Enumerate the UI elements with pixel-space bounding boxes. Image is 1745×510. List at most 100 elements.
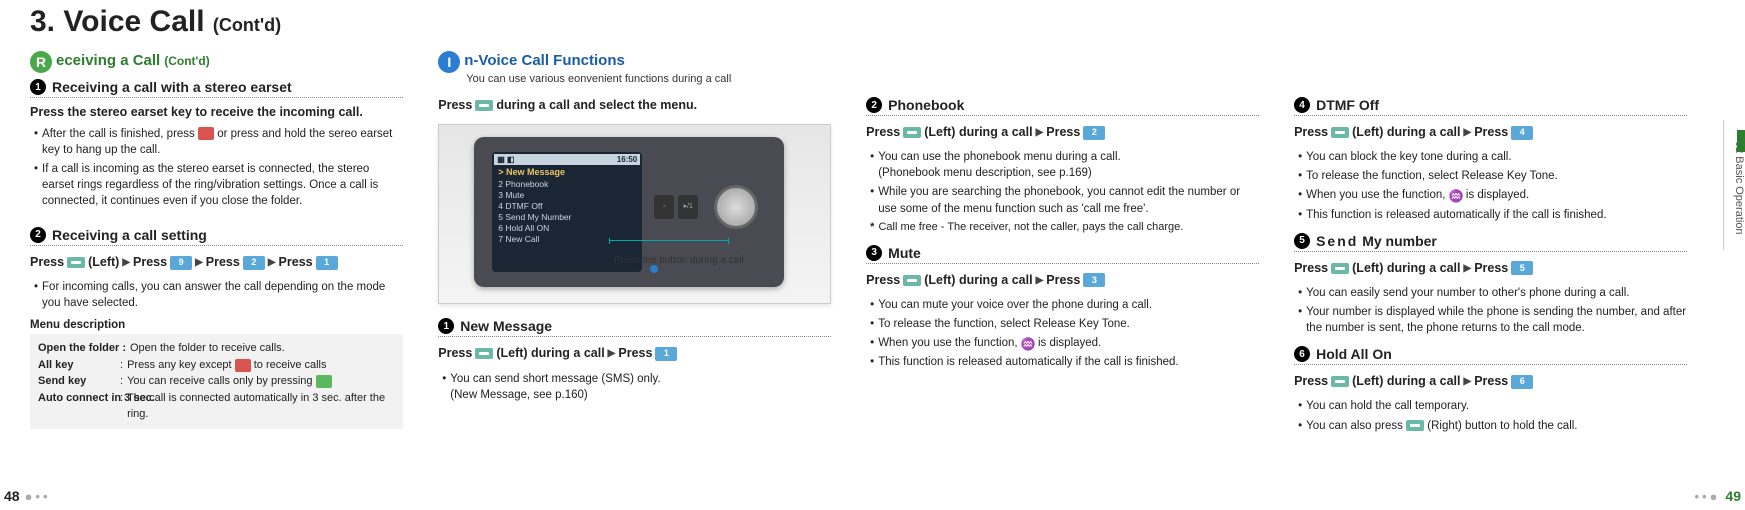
bullet-dot: • bbox=[1298, 398, 1302, 414]
divider bbox=[30, 97, 403, 98]
item2-b1: For incoming calls, you can answer the c… bbox=[42, 279, 403, 311]
triangle-icon: ▶ bbox=[1463, 124, 1471, 141]
divider bbox=[1294, 251, 1687, 252]
press-word: Press bbox=[30, 252, 64, 273]
press-word: Press bbox=[618, 343, 652, 364]
newmsg-b1-text: You can send short message (SMS) only. bbox=[450, 373, 660, 385]
bullet-dot: • bbox=[34, 126, 38, 158]
press-left: (Left) during a call bbox=[924, 270, 1032, 291]
key-1-icon: 1 bbox=[316, 256, 338, 270]
big-letter-i: I bbox=[438, 51, 460, 73]
bullet-dot: • bbox=[1298, 149, 1302, 165]
soft-key-icon bbox=[1331, 127, 1349, 138]
end-key-icon bbox=[198, 127, 214, 140]
page-number-right: ••● 49 bbox=[1694, 488, 1741, 504]
hold-b2: You can also press (Right) button to hol… bbox=[1306, 418, 1687, 434]
table-row: Send key : You can receive calls only by… bbox=[38, 373, 395, 390]
dtmf-press: Press (Left) during a call ▶ Press 4 bbox=[1294, 122, 1687, 143]
num-circle-send: 5 bbox=[1294, 233, 1310, 249]
press-word: Press bbox=[133, 252, 167, 273]
menu-key: All key bbox=[38, 357, 116, 374]
table-row: Auto connect in 3 sec. : The call is con… bbox=[38, 390, 395, 423]
bullet-dot: • bbox=[442, 371, 446, 403]
press-left: (Left) during a call bbox=[1352, 258, 1460, 279]
key-5-icon: 5 bbox=[1511, 261, 1533, 275]
triangle-icon: ▶ bbox=[1463, 260, 1471, 277]
list-item: 5 Send My Number bbox=[498, 212, 636, 223]
dtmf-b2: To release the function, select Release … bbox=[1306, 168, 1687, 184]
soft-key-icon bbox=[903, 275, 921, 286]
press-word: Press bbox=[438, 343, 472, 364]
menu-colon: : bbox=[120, 390, 123, 423]
send-press: Press (Left) during a call ▶ Press 5 bbox=[1294, 258, 1687, 279]
press-word: Press bbox=[866, 122, 900, 143]
phone-button-icon: ◦ bbox=[654, 195, 674, 219]
phone-signal-icon: ▦ ◧ bbox=[497, 155, 514, 164]
newmsg-b1-sub: (New Message, see p.160) bbox=[450, 389, 587, 401]
dtmf-b1: You can block the key tone during a call… bbox=[1306, 149, 1687, 165]
send-key-icon bbox=[316, 375, 332, 388]
key-1-icon: 1 bbox=[655, 347, 677, 361]
send-rest: My number bbox=[1362, 233, 1437, 249]
invoice-section-head: I n-Voice Call Functions bbox=[438, 49, 831, 71]
press-word: Press bbox=[1474, 371, 1508, 392]
item1-title: Receiving a call with a stereo earset bbox=[52, 79, 292, 95]
press-left: (Left) during a call bbox=[496, 343, 604, 364]
item2-title: Receiving a call setting bbox=[52, 227, 207, 243]
menu-val: The call is connected automatically in 3… bbox=[127, 390, 395, 423]
soft-key-icon bbox=[903, 127, 921, 138]
dtmf-b4: This function is released automatically … bbox=[1306, 207, 1687, 223]
phone-time: 16:50 bbox=[617, 155, 637, 164]
hold-b2a: You can also press bbox=[1306, 420, 1403, 432]
antenna-icon: ♒ bbox=[1021, 336, 1035, 350]
press-left: (Left) during a call bbox=[1352, 371, 1460, 392]
press-word: Press bbox=[1294, 371, 1328, 392]
menu-val: Press any key except to receive calls bbox=[127, 357, 395, 374]
triangle-icon: ▶ bbox=[1036, 124, 1044, 141]
triangle-icon: ▶ bbox=[268, 254, 276, 271]
key-6-icon: 6 bbox=[1511, 375, 1533, 389]
menu-colon: : bbox=[120, 357, 123, 374]
menu-val: Open the folder to receive calls. bbox=[130, 340, 395, 357]
list-item: 4 DTMF Off bbox=[498, 201, 636, 212]
soft-key-icon bbox=[1331, 263, 1349, 274]
divider bbox=[438, 336, 831, 337]
menu-val-post: to receive calls bbox=[254, 359, 327, 371]
num-circle-hold: 6 bbox=[1294, 346, 1310, 362]
item1-b1: After the call is finished, press or pre… bbox=[42, 126, 403, 158]
pb-b1-sub: (Phonebook menu description, see p.169) bbox=[878, 167, 1092, 179]
mute-press: Press (Left) during a call ▶ Press 3 bbox=[866, 270, 1259, 291]
phone-menu-list: 2 Phonebook 3 Mute 4 DTMF Off 5 Send My … bbox=[494, 179, 640, 245]
press-word: Press bbox=[1474, 258, 1508, 279]
hold-press: Press (Left) during a call ▶ Press 6 bbox=[1294, 371, 1687, 392]
page-left-num: 48 bbox=[4, 488, 20, 504]
invoice-title: n-Voice Call Functions bbox=[464, 52, 625, 69]
key-4-icon: 4 bbox=[1511, 126, 1533, 140]
divider bbox=[1294, 115, 1687, 116]
bullet-dot: • bbox=[870, 184, 874, 216]
num-circle-pb: 2 bbox=[866, 97, 882, 113]
phone-indicator-icon bbox=[650, 265, 658, 273]
soft-key-icon bbox=[67, 257, 85, 268]
divider bbox=[866, 115, 1259, 116]
newmsg-b1: You can send short message (SMS) only. (… bbox=[450, 371, 831, 403]
page-dots-icon: ●•• bbox=[25, 489, 51, 504]
menu-val: You can receive calls only by pressing bbox=[127, 373, 395, 390]
pb-note: Call me free - The receiver, not the cal… bbox=[878, 221, 1183, 233]
menu-key: Open the folder : bbox=[38, 340, 126, 357]
camera-lens-icon bbox=[714, 185, 758, 229]
bullet-dot: • bbox=[34, 161, 38, 209]
dtmf-b3: When you use the function, ♒ is displaye… bbox=[1306, 187, 1687, 203]
end-key-icon bbox=[235, 359, 251, 372]
press-word: Press bbox=[866, 270, 900, 291]
send-b1: You can easily send your number to other… bbox=[1306, 285, 1687, 301]
dtmf-title: DTMF Off bbox=[1316, 97, 1379, 113]
press-left: (Left) during a call bbox=[1352, 122, 1460, 143]
screenshot-caption: Press the button during a call bbox=[614, 255, 744, 266]
side-tab-marker bbox=[1737, 130, 1745, 152]
soft-key-icon bbox=[475, 348, 493, 359]
receiving-section-head: R eceiving a Call (Cont'd) bbox=[30, 49, 403, 71]
dtmf-b3b: is displayed. bbox=[1466, 189, 1529, 201]
divider bbox=[1294, 364, 1687, 365]
mute-b1: You can mute your voice over the phone d… bbox=[878, 297, 1259, 313]
